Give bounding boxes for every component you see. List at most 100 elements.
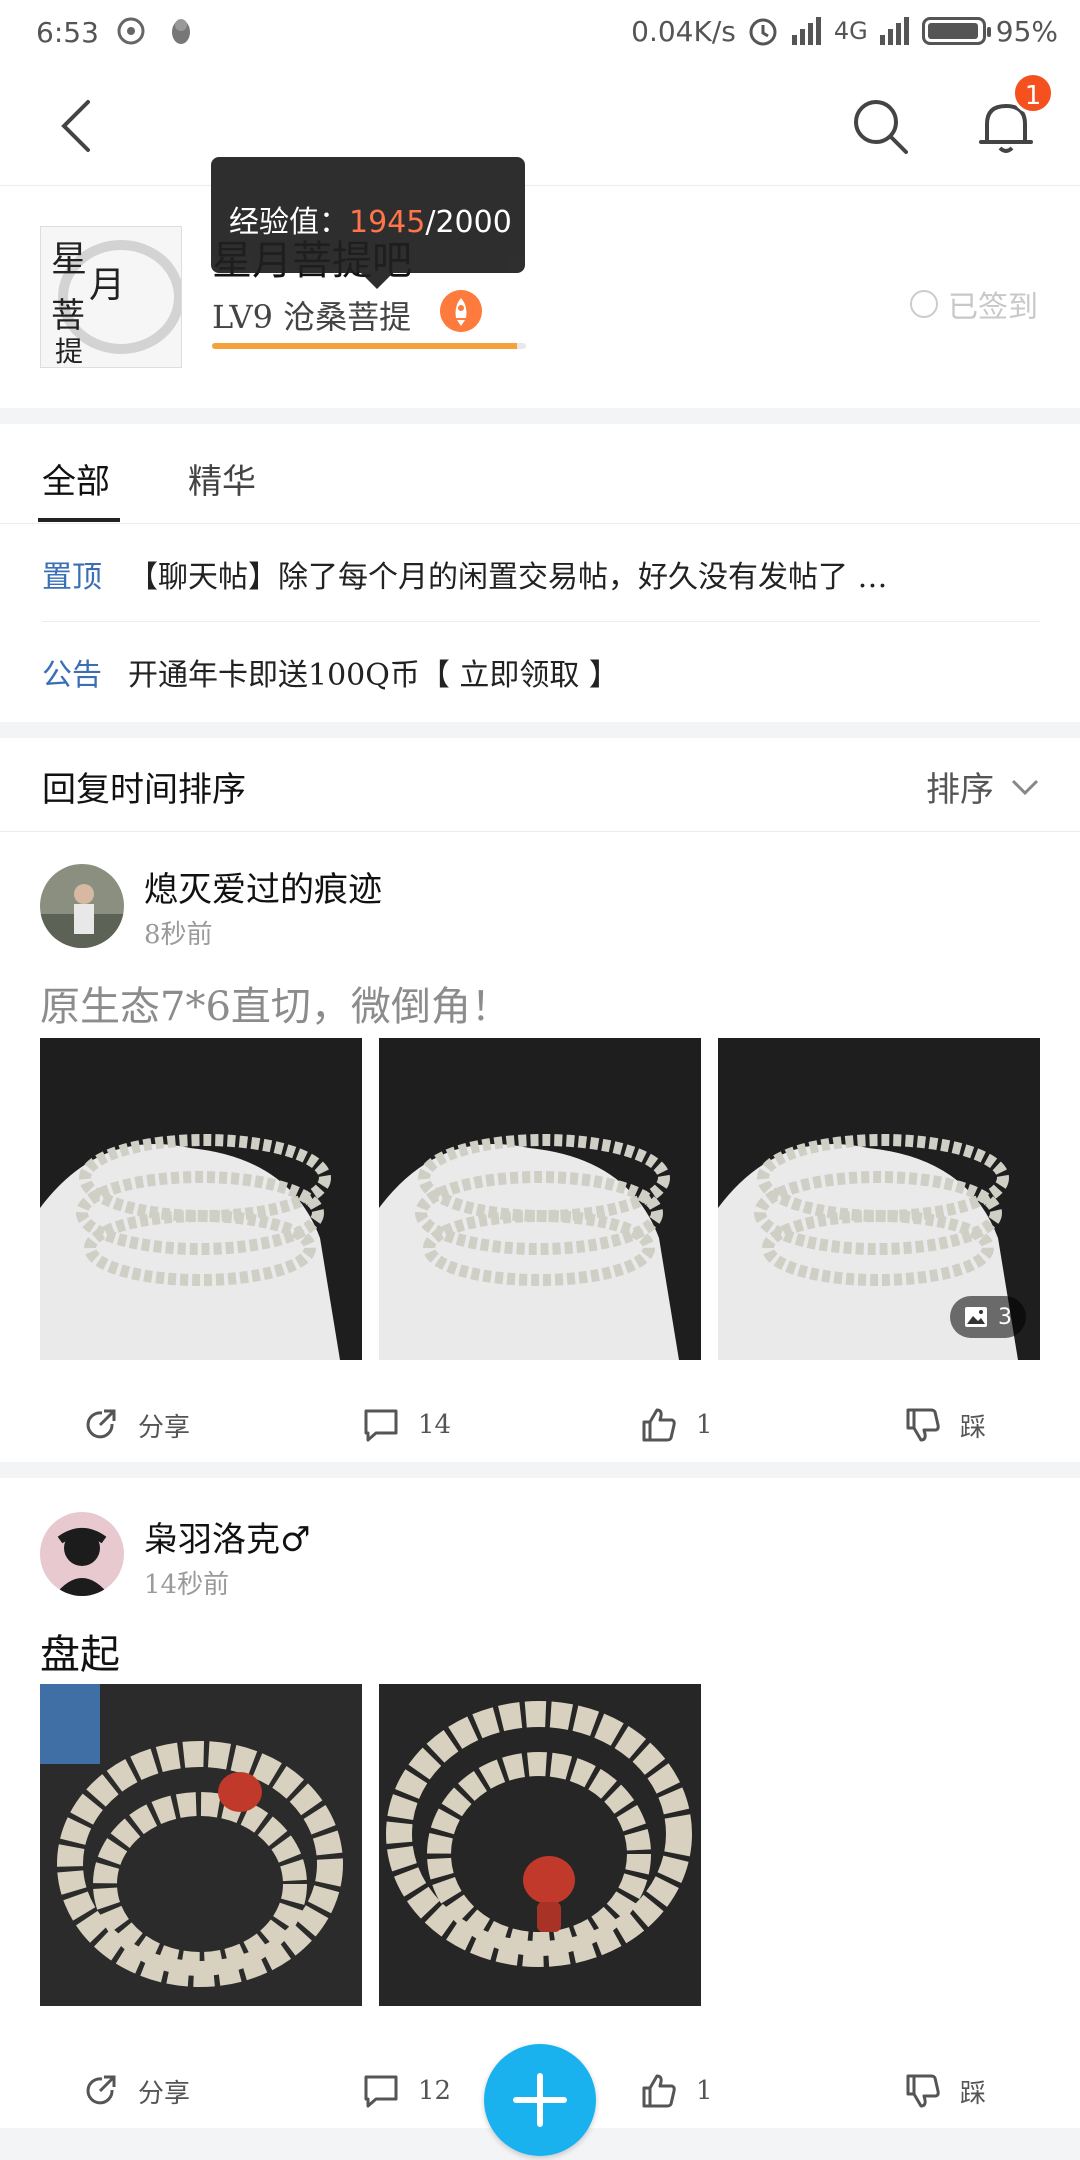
share-label: 分享 (138, 1412, 191, 1443)
plus-icon (513, 2073, 567, 2127)
sync-icon (117, 17, 145, 45)
exp-tooltip: 经验值：1945/2000 (211, 157, 525, 289)
svg-text:星: 星 (51, 239, 87, 280)
forum-calligraphy-logo: 星 月 菩 提 (41, 227, 181, 368)
mala-beads-photo (40, 1684, 362, 2006)
thumbs-down-icon (906, 1408, 940, 1442)
search-icon[interactable] (850, 96, 910, 156)
battery-icon (921, 17, 991, 45)
post-title[interactable]: 盘起 (40, 1622, 120, 1680)
rocket-icon (440, 290, 482, 332)
signal-icon (791, 17, 821, 45)
forum-header: 星 月 菩 提 星月菩提吧 LV9 沧桑菩提 已签到 (0, 186, 1080, 408)
pinned-post[interactable]: 置顶 【聊天帖】除了每个月的闲置交易帖，好久没有发帖了 … (42, 526, 1040, 622)
pinned-text: 【聊天帖】除了每个月的闲置交易帖，好久没有发帖了 … (128, 559, 888, 595)
share-label: 分享 (138, 2078, 191, 2109)
avatar[interactable] (40, 864, 124, 948)
status-bar: 6:53 0.04K/s 4G 95% (0, 0, 1080, 66)
exp-total: /2000 (425, 205, 512, 240)
comment-count: 12 (418, 2076, 452, 2106)
post-image[interactable] (40, 1038, 362, 1360)
avatar[interactable] (40, 1512, 124, 1596)
post-image[interactable] (40, 1684, 362, 2006)
post-author[interactable]: 熄灭爱过的痕迹 (144, 862, 382, 911)
post-image[interactable]: 3 (718, 1038, 1040, 1360)
chevron-down-icon (1011, 779, 1039, 795)
like-button[interactable]: 1 (640, 2072, 713, 2110)
section-divider (0, 408, 1080, 424)
bracelet-photo (379, 1038, 701, 1360)
new-post-button[interactable] (484, 2044, 596, 2156)
share-icon (86, 1409, 116, 1439)
svg-text:月: 月 (89, 265, 125, 306)
alarm-icon (749, 18, 777, 46)
thumbs-up-icon (642, 1408, 676, 1442)
tab-featured[interactable]: 精华 (188, 454, 256, 503)
svg-text:菩: 菩 (51, 296, 85, 336)
status-right: 0.04K/s 4G 95% (631, 14, 1058, 48)
comment-button[interactable]: 14 (362, 1406, 451, 1444)
top-nav-bar (0, 66, 1080, 186)
sort-title: 回复时间排序 (42, 770, 246, 810)
comment-button[interactable]: 12 (362, 2072, 451, 2110)
forum-avatar[interactable]: 星 月 菩 提 (40, 226, 182, 368)
post-image[interactable] (379, 1038, 701, 1360)
post-author[interactable]: 枭羽洛克♂ (144, 1512, 310, 1561)
pinned-tag: 置顶 (42, 559, 102, 595)
section-divider (0, 722, 1080, 738)
dislike-button[interactable]: 踩 (904, 1406, 986, 1444)
post-card[interactable]: 熄灭爱过的痕迹 8秒前 原生态7*6直切，微倒角！ 3 分享 14 1 踩 (0, 832, 1080, 1462)
dislike-label: 踩 (960, 1412, 987, 1443)
signed-in-label: 已签到 (948, 290, 1038, 325)
post-card[interactable]: 枭羽洛克♂ 14秒前 盘起 分享 12 1 踩 (0, 1478, 1080, 2128)
comment-icon (364, 2075, 398, 2108)
post-image[interactable] (379, 1684, 701, 2006)
post-time: 8秒前 (144, 920, 213, 950)
post-actions: 分享 14 1 踩 (0, 1394, 1080, 1464)
notice-tag: 公告 (42, 658, 102, 693)
user-level[interactable]: LV9 沧桑菩提 (212, 292, 411, 338)
sort-button[interactable]: 排序 (926, 762, 1040, 811)
exp-label: 经验值： (229, 205, 349, 240)
section-divider (0, 1462, 1080, 1478)
sort-button-label: 排序 (926, 770, 994, 810)
thumbs-down-icon (906, 2074, 940, 2108)
image-icon (965, 1307, 987, 1327)
share-icon (86, 2075, 116, 2105)
image-count: 3 (998, 1304, 1012, 1330)
comment-count: 14 (418, 1410, 452, 1440)
notice-text: 开通年卡即送100Q币【 立即领取 】 (128, 658, 619, 693)
share-button[interactable]: 分享 (82, 2072, 190, 2110)
status-time: 6:53 (36, 16, 99, 49)
tab-all[interactable]: 全部 (42, 454, 110, 503)
qq-penguin-icon (172, 19, 190, 44)
back-arrow-icon[interactable] (50, 96, 110, 156)
user-photo (40, 864, 124, 948)
signed-in-status: 已签到 (910, 282, 1038, 326)
post-time: 14秒前 (144, 1570, 230, 1600)
tab-bar: 全部 精华 (0, 424, 1080, 524)
image-count-badge: 3 (950, 1296, 1026, 1338)
dislike-button[interactable]: 踩 (904, 2072, 986, 2110)
like-count: 1 (696, 2076, 713, 2106)
post-title[interactable]: 原生态7*6直切，微倒角！ (40, 974, 511, 1032)
network-type: 4G (833, 17, 868, 45)
net-speed: 0.04K/s (631, 14, 736, 48)
battery-level: 95% (995, 14, 1058, 48)
exp-current: 1945 (349, 205, 426, 240)
exp-progress-bar (212, 343, 526, 349)
mala-beads-photo (379, 1684, 701, 2006)
sort-bar: 回复时间排序 排序 (0, 738, 1080, 832)
notice-post[interactable]: 公告 开通年卡即送100Q币【 立即领取 】 (42, 624, 1040, 720)
thumbs-up-icon (642, 2074, 676, 2108)
notification-badge[interactable]: 1 (1012, 72, 1054, 114)
like-count: 1 (696, 1410, 713, 1440)
dislike-label: 踩 (960, 2078, 987, 2109)
svg-text:提: 提 (55, 335, 83, 368)
comment-icon (364, 1409, 398, 1442)
bracelet-photo (40, 1038, 362, 1360)
user-photo (40, 1512, 124, 1596)
share-button[interactable]: 分享 (82, 1406, 190, 1444)
like-button[interactable]: 1 (640, 1406, 713, 1444)
exp-progress-fill (212, 343, 518, 349)
